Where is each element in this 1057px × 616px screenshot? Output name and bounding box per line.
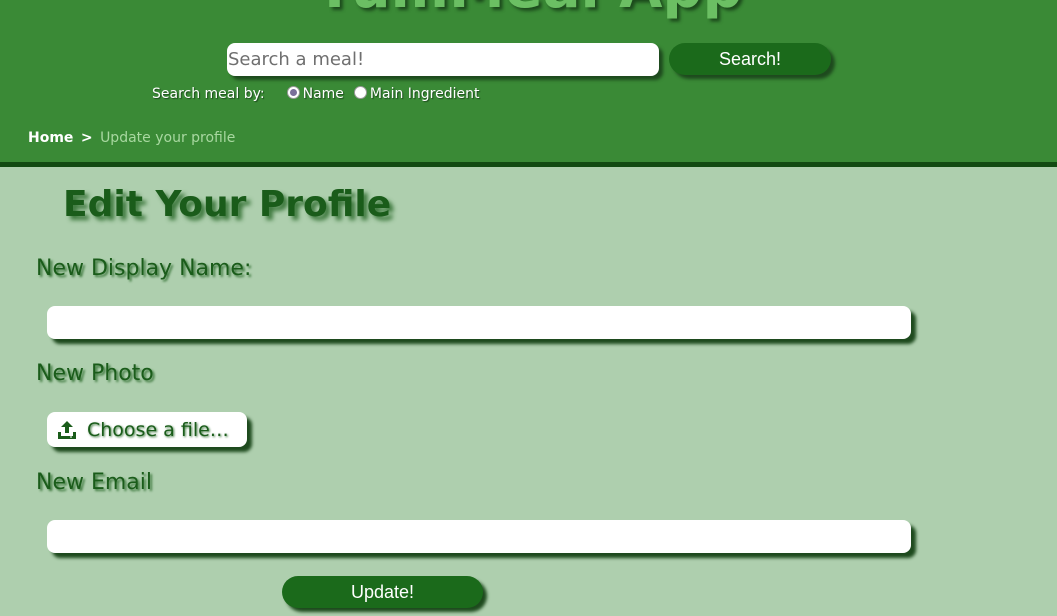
display-name-label: New Display Name: [36,256,252,281]
breadcrumb: Home > Update your profile [28,130,235,146]
upload-icon [58,420,76,439]
header-divider [0,162,1057,167]
email-label: New Email [36,470,153,495]
search-button[interactable]: Search! [669,43,831,75]
radio-main-ingredient-label[interactable]: Main Ingredient [370,86,480,102]
photo-label: New Photo [36,361,154,386]
radio-main-ingredient[interactable] [353,85,367,99]
page-title: Edit Your Profile [63,184,392,225]
radio-name[interactable] [286,85,300,99]
search-by-group: Search meal by: Name Main Ingredient [152,85,489,102]
site-header: YumMeal App Search! Search meal by: Name… [0,0,1057,162]
update-button[interactable]: Update! [282,576,483,608]
radio-name-label[interactable]: Name [303,86,344,102]
choose-file-button[interactable]: Choose a file… [47,412,247,447]
display-name-field[interactable] [47,306,911,339]
breadcrumb-home-link[interactable]: Home [28,130,73,146]
search-by-label: Search meal by: [152,86,265,102]
email-field[interactable] [47,520,911,553]
breadcrumb-current: Update your profile [100,130,236,146]
breadcrumb-separator: > [80,130,93,146]
search-input[interactable] [227,43,659,76]
choose-file-label: Choose a file… [87,418,229,441]
app-title: YumMeal App [0,0,1057,21]
